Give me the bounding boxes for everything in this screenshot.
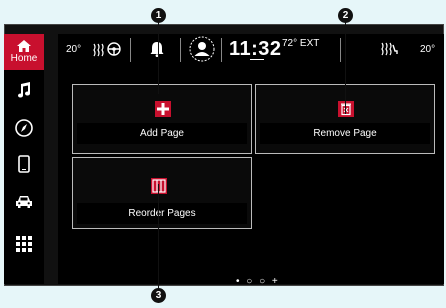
sidebar-item-media[interactable] (4, 76, 44, 104)
reorder-pages-label: Reorder Pages (77, 203, 247, 224)
sidebar-item-vehicle[interactable] (4, 188, 44, 216)
passenger-temperature: 20° (420, 43, 436, 55)
clock-time: 11:32 (229, 37, 282, 60)
sidebar-item-label: Home (10, 53, 38, 64)
car-icon (16, 196, 32, 208)
passenger-heated-seat-icon[interactable] (380, 34, 398, 64)
add-icon (155, 101, 171, 117)
callout-marker: 1 (151, 8, 166, 23)
reorder-icon (151, 178, 167, 194)
music-note-icon (18, 82, 31, 98)
sidebar-item-apps[interactable] (4, 226, 44, 262)
sidebar: Home (4, 34, 44, 284)
sidebar-item-phone[interactable] (4, 150, 44, 178)
exterior-temperature: 72° EXT (282, 28, 319, 58)
trash-icon (338, 101, 354, 117)
reorder-pages-tile[interactable]: Reorder Pages (72, 157, 252, 229)
compass-icon (15, 119, 33, 137)
notifications-button[interactable] (150, 34, 164, 64)
profile-button[interactable] (189, 34, 215, 64)
heated-seat-steering-icon[interactable] (92, 34, 122, 64)
phone-icon (18, 155, 30, 173)
user-profile-icon (189, 36, 215, 62)
passenger-climate-control[interactable]: 20° (420, 34, 435, 64)
callout-leader (158, 184, 159, 288)
apps-grid-icon (16, 236, 32, 252)
exterior-temperature-label: 72° EXT (282, 37, 320, 49)
driver-climate-control[interactable]: 20° (66, 34, 81, 64)
status-bar: 20° 11:32 72° EXT 20° (58, 34, 444, 64)
bell-icon (150, 42, 164, 57)
sidebar-item-home[interactable]: Home (4, 34, 44, 70)
remove-page-label: Remove Page (260, 123, 430, 144)
add-page-label: Add Page (77, 123, 247, 144)
callout-leader (345, 22, 346, 114)
callout-marker: 2 (338, 8, 353, 23)
driver-temperature: 20° (66, 43, 82, 55)
callout-leader (158, 22, 159, 94)
add-page-tile[interactable]: Add Page (72, 84, 252, 154)
sidebar-item-navigation[interactable] (4, 114, 44, 142)
callout-marker: 3 (151, 288, 166, 303)
page-indicator: • ○ ○ + (236, 276, 280, 287)
home-icon (17, 40, 31, 52)
